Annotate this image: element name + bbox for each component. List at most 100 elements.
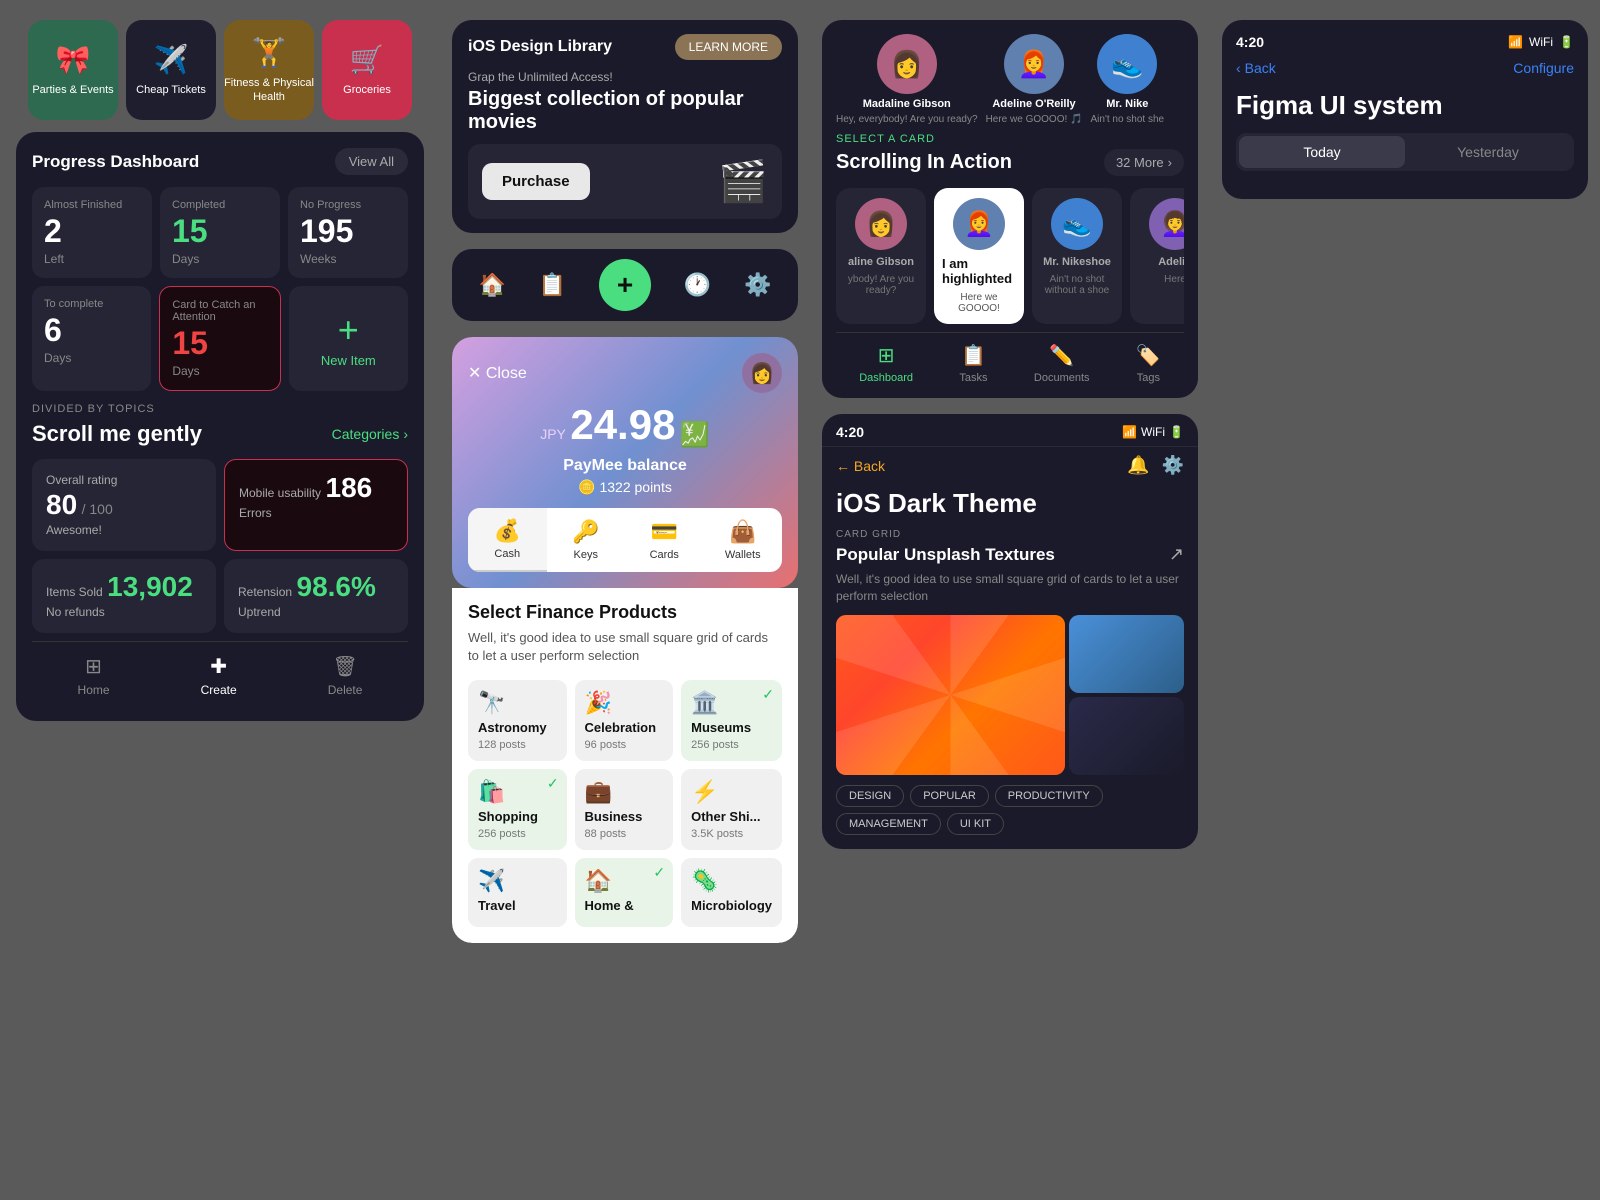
ios-nav-fab-button[interactable]: +: [599, 259, 651, 311]
metrics-grid: Overall rating 80 / 100 Awesome! Mobile …: [32, 459, 408, 633]
ios-lib-header: iOS Design Library LEARN MORE: [452, 20, 798, 70]
dashboard-icon: ⊞: [878, 343, 895, 368]
tag-popular[interactable]: POPULAR: [910, 785, 989, 807]
no-progress-sublabel: Weeks: [300, 252, 396, 266]
header-icons: 🔔 ⚙️: [1127, 455, 1184, 476]
museums-name: Museums: [691, 720, 772, 735]
mobile-usability-sublabel: Errors: [239, 506, 272, 520]
status-time: 4:20: [836, 424, 864, 440]
finance-tab-cash[interactable]: 💰 Cash: [468, 508, 547, 572]
avatar-card-highlighted[interactable]: 👩‍🦰 I am highlighted Here we GOOOO!: [934, 188, 1024, 324]
bell-icon[interactable]: 🔔: [1127, 455, 1149, 476]
back-arrow-icon: ‹: [1236, 60, 1241, 76]
finance-top: ✕ Close 👩: [468, 353, 782, 393]
avatar-card-aline[interactable]: 👩 aline Gibson ybody! Are you ready?: [836, 188, 926, 324]
texture-grid: [836, 615, 1184, 775]
avatar-card-adelin[interactable]: 👩‍🦱 Adelin Here: [1130, 188, 1184, 324]
nav-home[interactable]: ⊞ Home: [78, 654, 110, 697]
ios-nav-layers[interactable]: 📋: [539, 272, 566, 298]
to-complete-label: To complete: [44, 298, 139, 310]
ios-nav-home[interactable]: 🏠: [478, 272, 505, 298]
grid-item-shopping[interactable]: ✓ 🛍️ Shopping 256 posts: [468, 769, 567, 850]
create-icon: ✚: [210, 654, 227, 679]
grid-item-travel[interactable]: ✈️ Travel: [468, 858, 567, 927]
settings-gear-icon[interactable]: ⚙️: [1162, 455, 1184, 476]
stat-completed: Completed 15 Days: [160, 187, 280, 278]
stat-card-catch: Card to Catch an Attention 15 Days: [159, 286, 280, 391]
texture-dark[interactable]: [1069, 697, 1184, 775]
share-button[interactable]: ↗: [1169, 544, 1184, 565]
nikeshoe-name: Mr. Nikeshoe: [1043, 256, 1111, 268]
finance-tab-keys[interactable]: 🔑 Keys: [547, 508, 626, 572]
avatar-card-nikeshoe[interactable]: 👟 Mr. Nikeshoe Ain't no shot without a s…: [1032, 188, 1122, 324]
figma-nav: ‹ Back Configure: [1236, 60, 1574, 76]
more-button[interactable]: 32 More ›: [1104, 149, 1184, 176]
figma-tab-yesterday[interactable]: Yesterday: [1405, 136, 1571, 168]
grid-item-astronomy[interactable]: 🔭 Astronomy 128 posts: [468, 680, 567, 761]
groceries-icon: 🛒: [350, 43, 385, 76]
nav-delete[interactable]: 🗑 Delete: [328, 654, 363, 697]
nav-create[interactable]: ✚ Create: [201, 654, 237, 697]
documents-label: Documents: [1034, 372, 1090, 384]
purchase-button[interactable]: Purchase: [482, 163, 590, 200]
scrolling-card: 👩 Madaline Gibson Hey, everybody! Are yo…: [822, 20, 1198, 398]
category-parties[interactable]: 🎀 Parties & Events: [28, 20, 118, 120]
overall-rating-sublabel: Awesome!: [46, 523, 102, 537]
chevron-right-icon: ›: [403, 426, 408, 442]
scroll-nav-tasks[interactable]: 📋 Tasks: [959, 343, 987, 384]
tag-productivity[interactable]: PRODUCTIVITY: [995, 785, 1103, 807]
figma-back-button[interactable]: ‹ Back: [1236, 60, 1276, 76]
astronomy-posts: 128 posts: [478, 739, 557, 751]
back-button[interactable]: ← Back: [836, 458, 885, 474]
ios-nav-clock[interactable]: 🕐: [684, 272, 711, 298]
figma-configure-button[interactable]: Configure: [1513, 60, 1574, 76]
madaline-name: Madaline Gibson: [863, 98, 951, 110]
grid-item-other[interactable]: ⚡ Other Shi... 3.5K posts: [681, 769, 782, 850]
shopping-posts: 256 posts: [478, 828, 557, 840]
mobile-usability-number: 186: [326, 472, 373, 503]
tag-management[interactable]: MANAGEMENT: [836, 813, 941, 835]
adelin-avatar: 👩‍🦱: [1149, 198, 1184, 250]
popular-title: Popular Unsplash Textures: [836, 545, 1055, 565]
retension-sublabel: Uptrend: [238, 605, 281, 619]
category-groceries[interactable]: 🛒 Groceries: [322, 20, 412, 120]
tag-ui-kit[interactable]: UI KIT: [947, 813, 1004, 835]
panel-progress: 🎀 Parties & Events ✈️ Cheap Tickets 🏋️ F…: [0, 0, 440, 1200]
grid-item-celebration[interactable]: 🎉 Celebration 96 posts: [575, 680, 674, 761]
delete-icon: 🗑: [332, 654, 357, 679]
grid-item-museums[interactable]: ✓ 🏛️ Museums 256 posts: [681, 680, 782, 761]
scrolling-header: Scrolling In Action 32 More ›: [836, 149, 1184, 176]
create-label: Create: [201, 683, 237, 697]
texture-main[interactable]: [836, 615, 1065, 775]
finance-amount-block: JPY 24.98 💹: [468, 401, 782, 449]
other-name: Other Shi...: [691, 809, 772, 824]
category-row: 🎀 Parties & Events ✈️ Cheap Tickets 🏋️ F…: [16, 20, 424, 120]
category-tickets[interactable]: ✈️ Cheap Tickets: [126, 20, 216, 120]
grid-item-home[interactable]: ✓ 🏠 Home &: [575, 858, 674, 927]
avatar-mr-nike: 👟 Mr. Nike Ain't no shot she: [1090, 34, 1164, 125]
close-button[interactable]: ✕ Close: [468, 363, 527, 383]
grid-item-business[interactable]: 💼 Business 88 posts: [575, 769, 674, 850]
completed-label: Completed: [172, 199, 268, 211]
texture-blue[interactable]: [1069, 615, 1184, 693]
category-fitness[interactable]: 🏋️ Fitness & Physical Health: [224, 20, 314, 120]
dark-theme-status-bar: 4:20 📶 WiFi 🔋: [822, 414, 1198, 447]
figma-tab-today[interactable]: Today: [1239, 136, 1405, 168]
scroll-nav-dashboard[interactable]: ⊞ Dashboard: [859, 343, 913, 384]
ios-lib-body: Grap the Unlimited Access! Biggest colle…: [452, 70, 798, 233]
grid-item-microbiology[interactable]: 🦠 Microbiology: [681, 858, 782, 927]
completed-number: 15: [172, 213, 268, 250]
view-all-button[interactable]: View All: [335, 148, 408, 175]
tag-design[interactable]: DESIGN: [836, 785, 904, 807]
select-finance-section: Select Finance Products Well, it's good …: [452, 588, 798, 942]
categories-button[interactable]: Categories ›: [332, 426, 408, 442]
finance-tab-cards[interactable]: 💳 Cards: [625, 508, 704, 572]
scroll-nav-tags[interactable]: 🏷️ Tags: [1136, 343, 1161, 384]
finance-tab-wallets[interactable]: 👜 Wallets: [704, 508, 783, 572]
learn-more-button[interactable]: LEARN MORE: [675, 34, 782, 60]
scroll-nav-documents[interactable]: ✏️ Documents: [1034, 343, 1090, 384]
ios-nav-settings[interactable]: ⚙️: [744, 272, 771, 298]
dashboard-title: Progress Dashboard: [32, 152, 199, 172]
ios-layers-icon: 📋: [539, 272, 566, 298]
stat-new-item[interactable]: + New Item: [289, 286, 408, 391]
